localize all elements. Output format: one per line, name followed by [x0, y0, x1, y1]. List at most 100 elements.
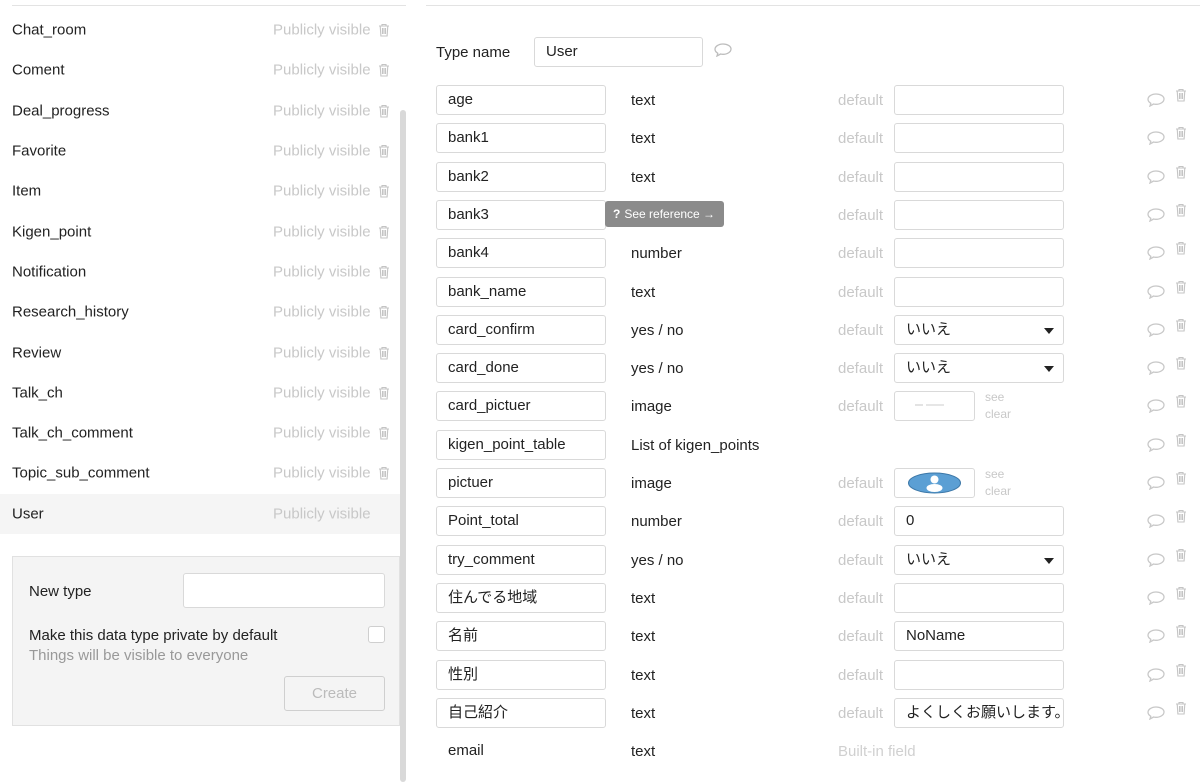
- trash-icon[interactable]: [1175, 88, 1187, 106]
- default-value-input[interactable]: [894, 123, 1064, 154]
- visibility-label[interactable]: Publicly visible: [273, 465, 371, 482]
- comment-icon[interactable]: [1147, 131, 1165, 149]
- default-value-input[interactable]: NoName: [894, 621, 1064, 652]
- default-value-input[interactable]: よくしくお願いします。: [894, 697, 1064, 728]
- trash-icon[interactable]: [378, 426, 390, 440]
- field-name-input[interactable]: bank_name: [436, 276, 606, 307]
- field-name-input[interactable]: Point_total: [436, 506, 606, 537]
- default-value-input[interactable]: [894, 238, 1064, 269]
- see-image-link[interactable]: see: [985, 389, 1011, 406]
- field-name-input[interactable]: bank2: [436, 161, 606, 192]
- comment-icon[interactable]: [1147, 591, 1165, 609]
- field-name-input[interactable]: pictuer: [436, 468, 606, 498]
- data-type-row[interactable]: Chat_room Publicly visible: [0, 10, 400, 50]
- field-name-input[interactable]: card_done: [436, 353, 606, 384]
- trash-icon[interactable]: [1175, 586, 1187, 604]
- default-value-input[interactable]: [894, 582, 1064, 613]
- field-name-input[interactable]: kigen_point_table: [436, 429, 606, 460]
- trash-icon[interactable]: [378, 305, 390, 319]
- trash-icon[interactable]: [1175, 165, 1187, 183]
- field-name-input[interactable]: 自己紹介: [436, 697, 606, 728]
- default-value-input[interactable]: [894, 85, 1064, 115]
- visibility-label[interactable]: Publicly visible: [273, 223, 371, 240]
- data-type-row[interactable]: Topic_sub_comment Publicly visible: [0, 453, 400, 493]
- trash-icon[interactable]: [378, 104, 390, 118]
- visibility-label[interactable]: Publicly visible: [273, 102, 371, 119]
- comment-icon[interactable]: [1147, 246, 1165, 264]
- field-name-input[interactable]: bank1: [436, 123, 606, 154]
- comment-icon[interactable]: [1147, 514, 1165, 532]
- comment-icon[interactable]: [1147, 476, 1165, 494]
- comment-icon[interactable]: [714, 43, 732, 61]
- trash-icon[interactable]: [1175, 548, 1187, 566]
- default-value-select[interactable]: いいえ: [894, 353, 1064, 384]
- field-name-input[interactable]: card_confirm: [436, 314, 606, 345]
- comment-icon[interactable]: [1147, 629, 1165, 647]
- visibility-label[interactable]: Publicly visible: [273, 384, 371, 401]
- default-value-input[interactable]: 0: [894, 506, 1064, 537]
- visibility-label[interactable]: Publicly visible: [273, 183, 371, 200]
- trash-icon[interactable]: [1175, 663, 1187, 681]
- trash-icon[interactable]: [378, 466, 390, 480]
- data-type-row[interactable]: Deal_progress Publicly visible: [0, 91, 400, 131]
- data-type-row[interactable]: Kigen_point Publicly visible: [0, 211, 400, 251]
- visibility-label[interactable]: Publicly visible: [273, 505, 371, 522]
- field-name-input[interactable]: age: [436, 85, 606, 115]
- default-value-select[interactable]: いいえ: [894, 314, 1064, 345]
- visibility-label[interactable]: Publicly visible: [273, 62, 371, 79]
- field-name-input[interactable]: card_pictuer: [436, 391, 606, 422]
- create-button[interactable]: Create: [284, 676, 385, 711]
- comment-icon[interactable]: [1147, 438, 1165, 456]
- type-name-input[interactable]: User: [534, 37, 703, 67]
- data-type-row[interactable]: Favorite Publicly visible: [0, 131, 400, 171]
- trash-icon[interactable]: [1175, 126, 1187, 144]
- field-name-input[interactable]: 性別: [436, 659, 606, 690]
- default-image-thumbnail[interactable]: [894, 468, 975, 498]
- field-name-input[interactable]: bank4: [436, 238, 606, 269]
- trash-icon[interactable]: [1175, 203, 1187, 221]
- comment-icon[interactable]: [1147, 361, 1165, 379]
- trash-icon[interactable]: [1175, 356, 1187, 374]
- data-type-row[interactable]: User Publicly visible: [0, 493, 400, 534]
- trash-icon[interactable]: [378, 184, 390, 198]
- trash-icon[interactable]: [378, 63, 390, 77]
- trash-icon[interactable]: [1175, 241, 1187, 259]
- default-value-select[interactable]: いいえ: [894, 544, 1064, 575]
- visibility-label[interactable]: Publicly visible: [273, 263, 371, 280]
- default-value-input[interactable]: [894, 199, 1064, 230]
- field-name-input[interactable]: try_comment: [436, 544, 606, 575]
- visibility-label[interactable]: Publicly visible: [273, 344, 371, 361]
- trash-icon[interactable]: [378, 386, 390, 400]
- data-type-row[interactable]: Item Publicly visible: [0, 171, 400, 211]
- trash-icon[interactable]: [1175, 318, 1187, 336]
- comment-icon[interactable]: [1147, 706, 1165, 724]
- trash-icon[interactable]: [378, 346, 390, 360]
- private-default-checkbox[interactable]: [368, 626, 385, 643]
- data-type-row[interactable]: Talk_ch Publicly visible: [0, 373, 400, 413]
- trash-icon[interactable]: [1175, 433, 1187, 451]
- comment-icon[interactable]: [1147, 667, 1165, 686]
- default-value-input[interactable]: [894, 276, 1064, 307]
- clear-image-link[interactable]: clear: [985, 483, 1011, 500]
- comment-icon[interactable]: [1147, 552, 1165, 571]
- comment-icon[interactable]: [1147, 399, 1165, 417]
- scrollbar[interactable]: [400, 110, 406, 782]
- comment-icon[interactable]: [1147, 208, 1165, 226]
- visibility-label[interactable]: Publicly visible: [273, 304, 371, 321]
- comment-icon[interactable]: [1147, 93, 1165, 111]
- trash-icon[interactable]: [378, 225, 390, 239]
- trash-icon[interactable]: [1175, 394, 1187, 412]
- trash-icon[interactable]: [1175, 509, 1187, 527]
- visibility-label[interactable]: Publicly visible: [273, 22, 371, 39]
- comment-icon[interactable]: [1147, 284, 1165, 303]
- default-image-thumbnail[interactable]: [894, 391, 975, 422]
- data-type-row[interactable]: Review Publicly visible: [0, 332, 400, 372]
- data-type-row[interactable]: Research_history Publicly visible: [0, 292, 400, 332]
- comment-icon[interactable]: [1147, 323, 1165, 341]
- trash-icon[interactable]: [1175, 624, 1187, 642]
- trash-icon[interactable]: [1175, 701, 1187, 719]
- field-name-input[interactable]: bank3: [436, 199, 606, 230]
- clear-image-link[interactable]: clear: [985, 406, 1011, 423]
- default-value-input[interactable]: [894, 161, 1064, 192]
- data-type-row[interactable]: Coment Publicly visible: [0, 50, 400, 90]
